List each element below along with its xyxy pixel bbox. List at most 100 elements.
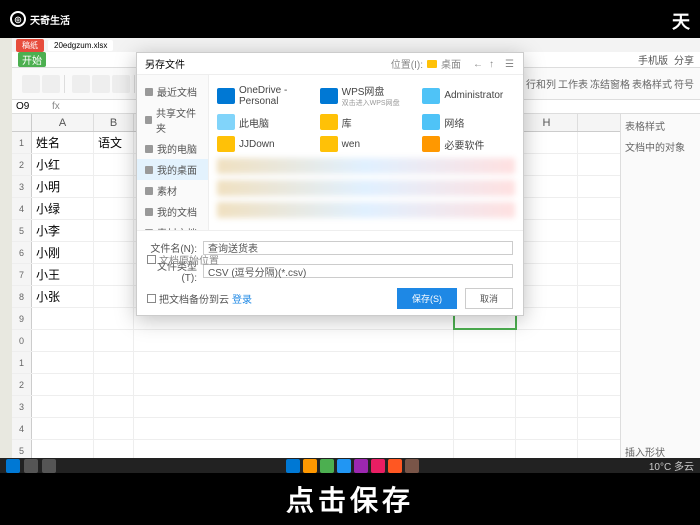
cell[interactable]: [454, 396, 516, 417]
cell[interactable]: [32, 352, 94, 373]
filename-input[interactable]: 查询送货表: [203, 241, 513, 255]
tool-btn[interactable]: [22, 75, 40, 93]
cell[interactable]: [94, 242, 134, 263]
folder-item[interactable]: wen: [320, 136, 413, 152]
cell[interactable]: [516, 154, 578, 175]
sidebar-item[interactable]: 我的电脑: [137, 138, 208, 159]
cell[interactable]: 小李: [32, 220, 94, 241]
cell[interactable]: [516, 286, 578, 307]
folder-item[interactable]: JJDown: [217, 136, 310, 152]
folder-item[interactable]: 网络: [422, 114, 515, 130]
tool-label[interactable]: 表格样式: [632, 76, 672, 91]
cell[interactable]: [94, 418, 134, 439]
taskbar-app[interactable]: [286, 459, 300, 473]
cell[interactable]: 语文: [94, 132, 134, 153]
up-icon[interactable]: ↑: [489, 59, 499, 69]
cell[interactable]: [94, 198, 134, 219]
save-button[interactable]: 保存(S): [397, 288, 457, 309]
restore-location[interactable]: 文档原始位置: [147, 252, 219, 267]
tool-label[interactable]: 符号: [674, 76, 694, 91]
sidebar-item[interactable]: 素材: [137, 180, 208, 201]
cell[interactable]: [94, 176, 134, 197]
cell[interactable]: [516, 198, 578, 219]
row-number[interactable]: 4: [12, 198, 32, 219]
folder-item[interactable]: Administrator: [422, 83, 515, 108]
cell[interactable]: [516, 242, 578, 263]
cell[interactable]: [94, 330, 134, 351]
weather-widget[interactable]: 10°C 多云: [649, 458, 694, 473]
cell[interactable]: 姓名: [32, 132, 94, 153]
cell[interactable]: [32, 374, 94, 395]
start-button[interactable]: [6, 459, 20, 473]
fx-icon[interactable]: fx: [52, 101, 60, 112]
cell[interactable]: [454, 330, 516, 351]
taskbar-app[interactable]: [303, 459, 317, 473]
row-number[interactable]: 7: [12, 264, 32, 285]
folder-item[interactable]: 库: [320, 114, 413, 130]
taskbar-app[interactable]: [388, 459, 402, 473]
sidebar-item[interactable]: 素材文档: [137, 222, 208, 230]
sidebar-item[interactable]: 共享文件夹: [137, 102, 208, 138]
col-header[interactable]: A: [32, 114, 94, 131]
cell[interactable]: [94, 264, 134, 285]
tool-btn[interactable]: [92, 75, 110, 93]
cell[interactable]: [516, 308, 578, 329]
tool-label[interactable]: 行和列: [526, 76, 556, 91]
row-number[interactable]: 2: [12, 154, 32, 175]
cell[interactable]: [134, 352, 454, 373]
cell[interactable]: [134, 418, 454, 439]
col-header[interactable]: B: [94, 114, 134, 131]
cell[interactable]: [94, 352, 134, 373]
row-number[interactable]: 4: [12, 418, 32, 439]
cell[interactable]: [32, 418, 94, 439]
tool-label[interactable]: 冻结窗格: [590, 76, 630, 91]
ribbon-start[interactable]: 开始: [18, 52, 46, 67]
cell[interactable]: [94, 308, 134, 329]
view-icon[interactable]: ☰: [505, 59, 515, 69]
row-number[interactable]: 2: [12, 374, 32, 395]
cell[interactable]: 小王: [32, 264, 94, 285]
back-icon[interactable]: ←: [473, 59, 483, 69]
location-value[interactable]: 桌面: [441, 56, 461, 71]
cell[interactable]: [94, 220, 134, 241]
cell[interactable]: 小张: [32, 286, 94, 307]
cell-reference[interactable]: O9: [16, 101, 46, 112]
tool-btn[interactable]: [42, 75, 60, 93]
ribbon-share[interactable]: 分享: [674, 52, 694, 67]
cell[interactable]: [516, 352, 578, 373]
tool-btn[interactable]: [72, 75, 90, 93]
row-number[interactable]: 3: [12, 396, 32, 417]
folder-item[interactable]: WPS网盘双击进入WPS网盘: [320, 83, 413, 108]
taskbar-app[interactable]: [42, 459, 56, 473]
row-number[interactable]: 8: [12, 286, 32, 307]
row-number[interactable]: 3: [12, 176, 32, 197]
sidebar-item[interactable]: 最近文档: [137, 81, 208, 102]
sidebar-item[interactable]: 我的文档: [137, 201, 208, 222]
cell[interactable]: [94, 286, 134, 307]
row-number[interactable]: 0: [12, 330, 32, 351]
cell[interactable]: [516, 220, 578, 241]
taskbar-search[interactable]: [24, 459, 38, 473]
cell[interactable]: [454, 352, 516, 373]
cell[interactable]: [32, 330, 94, 351]
cell[interactable]: [516, 374, 578, 395]
file-tab-1[interactable]: 稿纸: [16, 39, 44, 52]
cell[interactable]: [516, 418, 578, 439]
folder-item[interactable]: 必要软件: [422, 136, 515, 152]
cell[interactable]: 小明: [32, 176, 94, 197]
cancel-button[interactable]: 取消: [465, 288, 513, 309]
taskbar-app[interactable]: [337, 459, 351, 473]
folder-item[interactable]: OneDrive - Personal: [217, 83, 310, 108]
ribbon-mobile[interactable]: 手机版: [638, 52, 668, 67]
file-tab-2[interactable]: 20edgzum.xlsx: [48, 40, 113, 51]
select-all[interactable]: [12, 114, 32, 131]
cell[interactable]: [94, 396, 134, 417]
cell[interactable]: [516, 396, 578, 417]
backup-checkbox[interactable]: 把文档备份到云 登录: [147, 291, 252, 306]
login-link[interactable]: 登录: [232, 291, 252, 306]
cell[interactable]: [454, 374, 516, 395]
row-number[interactable]: 1: [12, 132, 32, 153]
row-number[interactable]: 5: [12, 220, 32, 241]
tool-btn[interactable]: [112, 75, 130, 93]
cell[interactable]: 小刚: [32, 242, 94, 263]
